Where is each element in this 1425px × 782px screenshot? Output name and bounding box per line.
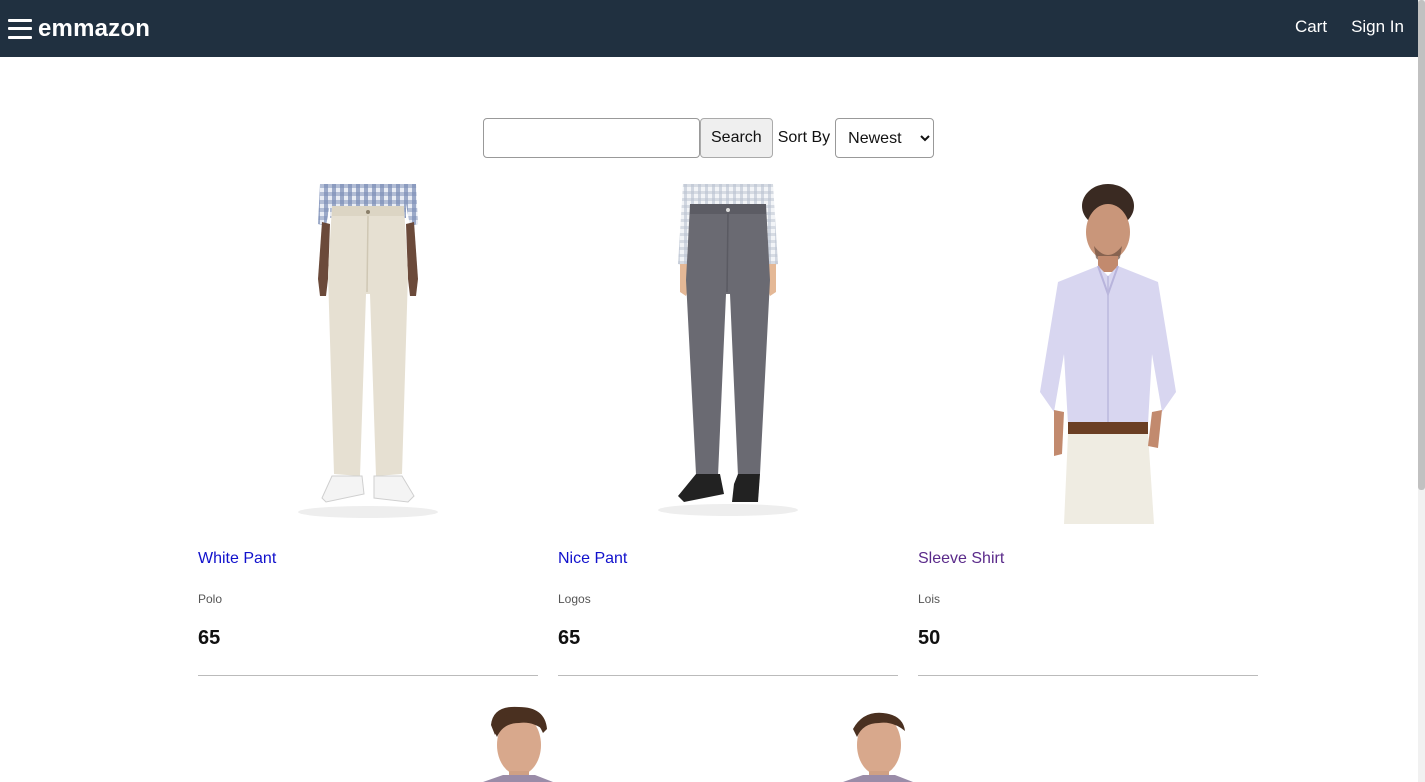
product-name-link[interactable]: Sleeve Shirt bbox=[918, 550, 1258, 568]
product-divider bbox=[198, 675, 538, 676]
brand: emmazon bbox=[8, 15, 150, 43]
product-image[interactable] bbox=[198, 184, 538, 524]
product-brand: Polo bbox=[198, 592, 223, 606]
product-divider bbox=[558, 675, 898, 676]
product-image-partial[interactable] bbox=[483, 705, 553, 782]
cart-link[interactable]: Cart bbox=[1295, 17, 1327, 37]
product-card: Nice Pant Logos 65 bbox=[558, 184, 898, 676]
search-button[interactable]: Search bbox=[700, 118, 773, 158]
search-input[interactable] bbox=[483, 118, 700, 158]
product-name-link[interactable]: Nice Pant bbox=[558, 550, 898, 568]
product-name-link[interactable]: White Pant bbox=[198, 550, 538, 568]
sort-by-label: Sort By bbox=[777, 129, 831, 146]
top-nav-bar: emmazon Cart Sign In bbox=[0, 0, 1418, 57]
header-links: Cart Sign In bbox=[1295, 17, 1404, 37]
product-price: 50 bbox=[918, 627, 941, 649]
logo-link[interactable]: emmazon bbox=[38, 15, 150, 43]
hamburger-menu-icon[interactable] bbox=[8, 18, 32, 40]
product-brand: Lois bbox=[918, 592, 941, 606]
product-image[interactable] bbox=[558, 184, 898, 524]
sort-select[interactable]: Newest bbox=[835, 118, 935, 158]
product-card: Sleeve Shirt Lois 50 bbox=[918, 184, 1258, 676]
filter-bar: Search Sort By Newest bbox=[483, 118, 935, 158]
product-card: White Pant Polo 65 bbox=[198, 184, 538, 676]
product-image[interactable] bbox=[918, 184, 1258, 524]
product-price: 65 bbox=[198, 627, 221, 649]
product-brand: Logos bbox=[558, 592, 591, 606]
product-divider bbox=[918, 675, 1258, 676]
scrollbar-thumb[interactable] bbox=[1418, 0, 1425, 490]
product-image-partial[interactable] bbox=[843, 705, 913, 782]
product-price: 65 bbox=[558, 627, 581, 649]
sign-in-link[interactable]: Sign In bbox=[1351, 17, 1404, 37]
